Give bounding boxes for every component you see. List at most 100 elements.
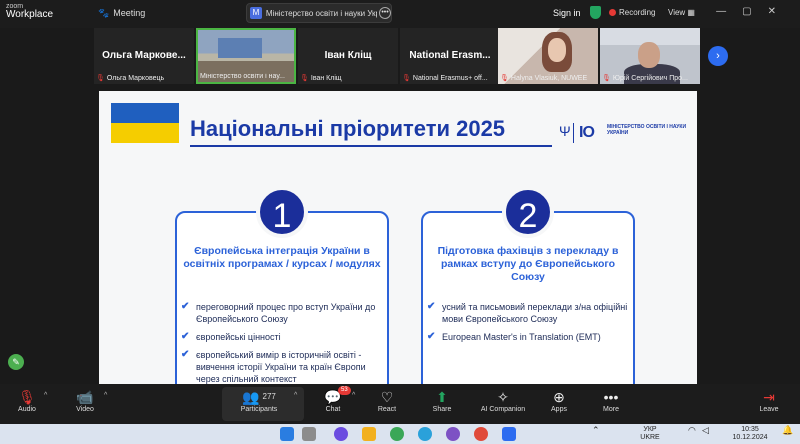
- participant-name: Іван Кліщ: [324, 50, 372, 61]
- clock-date: 10.12.2024: [732, 434, 768, 441]
- caption-text: Ольга Марковець: [106, 75, 165, 82]
- list-item-text: усний та письмовий переклади з/на офіцій…: [442, 302, 628, 324]
- caption-text: Міністерство освіти і нау...: [200, 73, 285, 80]
- title-bar: zoom Workplace 🐾 Meeting M Міністерство о…: [0, 0, 800, 28]
- ai-companion-button[interactable]: ✧ AI Companion: [476, 388, 530, 413]
- card-title: Підготовка фахівців з перекладу в рамках…: [437, 245, 619, 283]
- audio-button[interactable]: 🎙 Audio: [12, 388, 42, 413]
- muted-mic-icon: 🎙: [602, 75, 611, 82]
- clock-time: 10:35: [741, 426, 759, 433]
- muted-mic-icon: 🎙: [300, 75, 309, 82]
- windows-start-icon[interactable]: [280, 427, 294, 441]
- participant-tile[interactable]: 🎙 Юрій Сергійович Про...: [600, 28, 700, 84]
- title-underline: [190, 145, 552, 147]
- participant-caption: 🎙 Юрій Сергійович Про...: [602, 74, 698, 82]
- more-options-icon[interactable]: •••: [379, 7, 391, 19]
- task-view-icon[interactable]: [302, 427, 316, 441]
- meeting-label: Meeting: [113, 8, 146, 18]
- list-item: ✔ усний та письмовий переклади з/на офіці…: [423, 301, 629, 325]
- mon-logo-mark: IO: [579, 124, 595, 141]
- apps-label: Apps: [551, 406, 567, 413]
- participant-tile[interactable]: National Erasm... 🎙 National Erasmus+ off…: [400, 28, 500, 84]
- participant-tile[interactable]: Іван Кліщ 🎙 Іван Кліщ: [298, 28, 398, 84]
- next-page-arrow-icon[interactable]: ›: [708, 46, 728, 66]
- zoom-logo: zoom Workplace: [6, 3, 53, 20]
- sparkle-icon: ✧: [497, 389, 509, 405]
- check-icon: ✔: [181, 349, 190, 360]
- view-label: View: [668, 8, 686, 17]
- participant-caption: Міністерство освіти і нау...: [200, 73, 292, 80]
- paw-icon: 🐾: [98, 8, 110, 18]
- chrome-icon[interactable]: [390, 427, 404, 441]
- slide-title: Національні пріоритети 2025: [190, 116, 506, 141]
- brand-bottom: Workplace: [6, 9, 54, 20]
- language-indicator[interactable]: УКР UKRE: [640, 426, 660, 442]
- file-explorer-icon[interactable]: [362, 427, 376, 441]
- participants-icon: 👥 277: [242, 389, 276, 405]
- participant-tile-active[interactable]: Міністерство освіти і нау...: [196, 28, 296, 84]
- meeting-title-tab[interactable]: M Міністерство освіти і науки Укр •••: [246, 3, 392, 23]
- muted-mic-icon: 🎙: [96, 75, 105, 82]
- leave-button[interactable]: ⇥ Leave: [754, 388, 784, 413]
- audio-label: Audio: [18, 406, 36, 413]
- card-list: ✔ усний та письмовий переклади з/на офіці…: [423, 301, 629, 349]
- presentation-slide: Національні пріоритети 2025 Ψ IO МІНІСТЕ…: [99, 91, 697, 384]
- recording-indicator[interactable]: Recording: [609, 8, 655, 17]
- copilot-icon[interactable]: [334, 427, 348, 441]
- list-item: ✔ європейські цінності: [177, 331, 383, 343]
- wifi-icon[interactable]: ◠: [688, 426, 696, 435]
- participants-strip: Ольга Маркове... 🎙 Ольга Марковець Мініст…: [0, 28, 800, 86]
- opera-icon[interactable]: [474, 427, 488, 441]
- recording-label: Recording: [619, 8, 656, 17]
- tray-chevron-icon[interactable]: ⌃: [592, 426, 600, 435]
- chat-label: Chat: [325, 406, 341, 413]
- participant-tile[interactable]: Ольга Маркове... 🎙 Ольга Марковець: [94, 28, 194, 84]
- speaker-icon[interactable]: ◁: [702, 426, 709, 435]
- check-icon: ✔: [181, 301, 190, 312]
- list-item-text: європейський вимір в історичній освіті -…: [196, 350, 366, 384]
- participant-caption: 🎙 Іван Кліщ: [300, 74, 396, 82]
- clock[interactable]: 10:35 10.12.2024: [730, 426, 770, 442]
- security-shield-icon[interactable]: [590, 6, 601, 19]
- viber-icon[interactable]: [446, 427, 460, 441]
- video-options-caret-icon[interactable]: ^: [104, 392, 107, 399]
- recording-dot-icon: [609, 9, 616, 16]
- share-button[interactable]: ⬆ Share: [427, 388, 457, 413]
- apps-button[interactable]: ⊕ Apps: [544, 388, 574, 413]
- share-screen-icon: ⬆: [436, 389, 448, 405]
- react-label: React: [377, 406, 397, 413]
- window-controls[interactable]: —▢✕: [716, 6, 792, 17]
- more-label: More: [603, 406, 619, 413]
- view-menu[interactable]: View ▦: [668, 8, 695, 17]
- leave-label: Leave: [759, 406, 779, 413]
- priority-number-badge: 2: [502, 186, 554, 238]
- audio-options-caret-icon[interactable]: ^: [44, 392, 47, 399]
- participants-button[interactable]: 👥 277 Participants: [230, 388, 288, 413]
- meeting-menu[interactable]: 🐾 Meeting: [98, 8, 145, 19]
- chat-options-caret-icon[interactable]: ^: [352, 392, 355, 399]
- chat-unread-badge: 53: [338, 386, 351, 395]
- notifications-icon[interactable]: 🔔: [782, 426, 793, 435]
- meeting-title: Міністерство освіти і науки Укр: [265, 8, 378, 18]
- participants-options-caret-icon[interactable]: ^: [294, 392, 297, 399]
- video-button[interactable]: 📹 Video: [70, 388, 100, 413]
- list-item-text: European Master's in Translation (EMT): [442, 332, 601, 342]
- sign-in-link[interactable]: Sign in: [553, 8, 581, 18]
- list-item-text: європейські цінності: [196, 332, 281, 342]
- video-off-icon: 📹: [76, 389, 94, 405]
- muted-mic-icon: 🎙: [18, 389, 36, 405]
- list-item-text: переговорний процес про вступ України до…: [196, 302, 376, 324]
- more-dots-icon: •••: [603, 389, 619, 405]
- zoom-taskbar-icon[interactable]: [502, 427, 516, 441]
- participant-tile[interactable]: 🎙 Halyna Vlasiuk, NUWEE: [498, 28, 598, 84]
- ministry-logo-text: МІНІСТЕРСТВО ОСВІТИ І НАУКИ УКРАЇНИ: [607, 124, 687, 136]
- annotate-pencil-icon[interactable]: ✎: [8, 354, 24, 370]
- check-icon: ✔: [427, 301, 436, 312]
- heart-smile-icon: ♡: [380, 389, 394, 405]
- apps-icon: ⊕: [553, 389, 565, 405]
- more-button[interactable]: ••• More: [596, 388, 626, 413]
- telegram-icon[interactable]: [418, 427, 432, 441]
- lang-bottom: UKRE: [640, 434, 660, 441]
- muted-mic-icon: 🎙: [402, 75, 411, 82]
- react-button[interactable]: ♡ React: [372, 388, 402, 413]
